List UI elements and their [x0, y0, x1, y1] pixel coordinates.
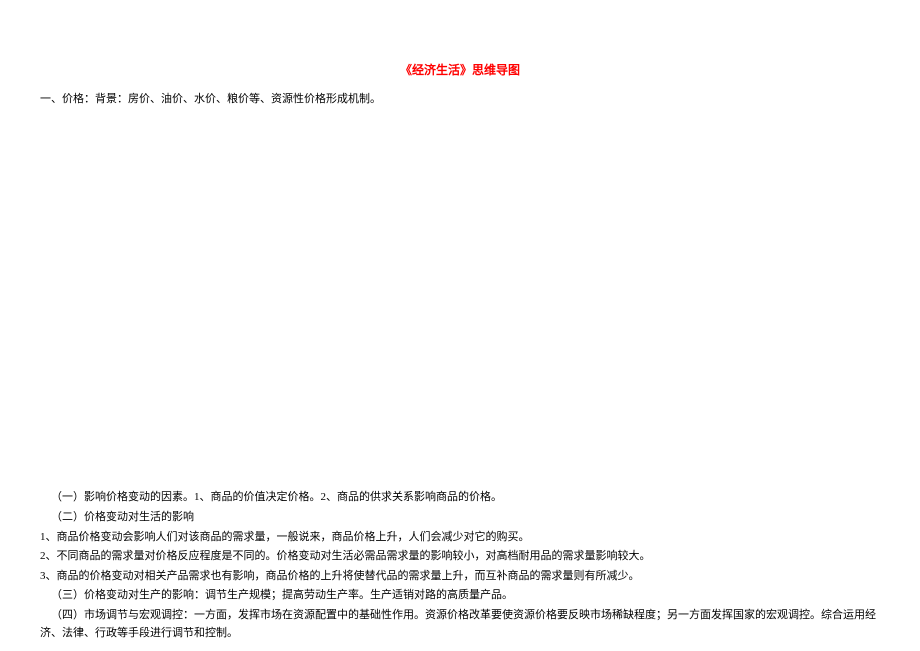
content-line-1: （一）影响价格变动的因素。1、商品的价值决定价格。2、商品的供求关系影响商品的价… [40, 489, 880, 507]
content-block: （一）影响价格变动的因素。1、商品的价值决定价格。2、商品的供求关系影响商品的价… [40, 489, 880, 642]
content-line-6: （三）价格变动对生产的影响：调节生产规模；提高劳动生产率。生产适销对路的高质量产… [40, 587, 880, 605]
section-header: 一、价格：背景：房价、油价、水价、粮价等、资源性价格形成机制。 [40, 90, 880, 110]
content-line-3: 1、商品价格变动会影响人们对该商品的需求量，一般说来，商品价格上升，人们会减少对… [40, 529, 880, 547]
content-line-2: （二）价格变动对生活的影响 [40, 509, 880, 527]
content-line-7: （四）市场调节与宏观调控：一方面，发挥市场在资源配置中的基础性作用。资源价格改革… [40, 607, 880, 642]
content-line-4: 2、不同商品的需求量对价格反应程度是不同的。价格变动对生活必需品需求量的影响较小… [40, 548, 880, 566]
content-line-5: 3、商品的价格变动对相关产品需求也有影响，商品价格的上升将使替代品的需求量上升，… [40, 568, 880, 586]
page-title: 《经济生活》思维导图 [40, 60, 880, 82]
